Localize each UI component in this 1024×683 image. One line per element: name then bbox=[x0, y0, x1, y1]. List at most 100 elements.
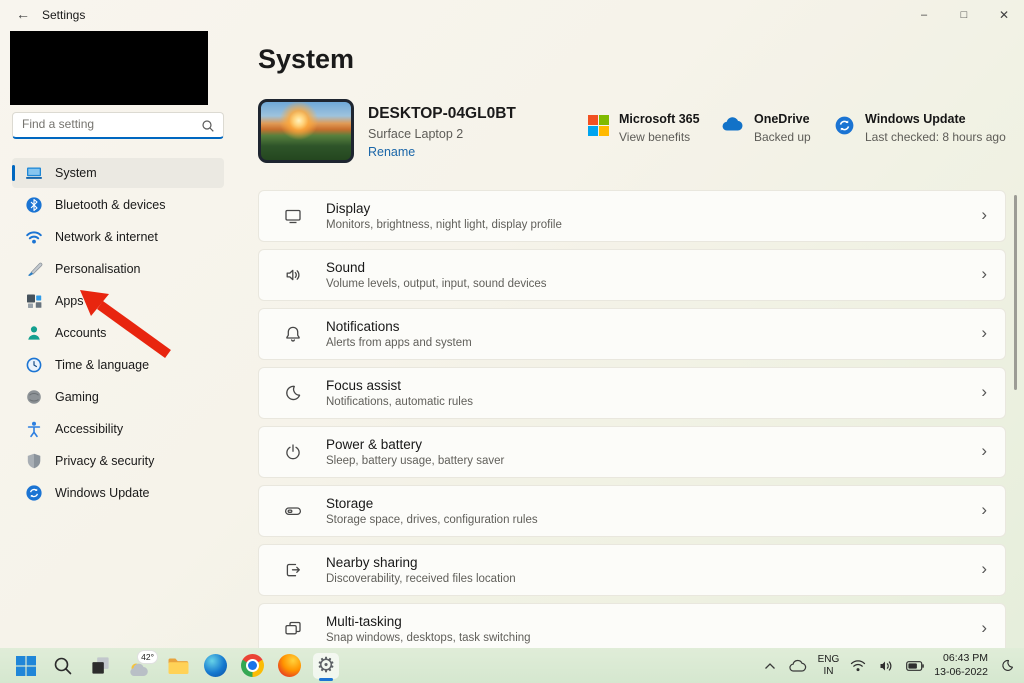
settings-row-power-battery[interactable]: Power & battery Sleep, battery usage, bat… bbox=[258, 426, 1006, 478]
status-card-title: Microsoft 365 bbox=[619, 112, 700, 126]
chevron-right-icon: › bbox=[981, 323, 987, 343]
back-button[interactable]: ← bbox=[16, 6, 30, 22]
sidebar-item-system[interactable]: System bbox=[12, 158, 224, 188]
notifications-icon bbox=[283, 324, 303, 344]
chevron-right-icon: › bbox=[981, 441, 987, 461]
tray-chevron-up-icon[interactable] bbox=[762, 653, 778, 679]
sidebar-item-network-internet[interactable]: Network & internet bbox=[12, 222, 224, 252]
window-controls: – □ ✕ bbox=[904, 0, 1024, 30]
sidebar-item-windows-update[interactable]: Windows Update bbox=[12, 478, 224, 508]
status-card-title: Windows Update bbox=[865, 112, 1006, 126]
row-title: Storage bbox=[326, 496, 538, 511]
sidebar-item-personalisation[interactable]: Personalisation bbox=[12, 254, 224, 284]
status-card-onedrive: OneDrive Backed up bbox=[720, 112, 811, 144]
clock-date: 13-06-2022 bbox=[934, 666, 988, 680]
edge-browser-icon[interactable] bbox=[202, 653, 228, 679]
settings-row-storage[interactable]: Storage Storage space, drives, configurat… bbox=[258, 485, 1006, 537]
sidebar-item-label: Privacy & security bbox=[55, 454, 154, 468]
close-button[interactable]: ✕ bbox=[984, 0, 1024, 30]
multi-tasking-icon bbox=[283, 619, 303, 639]
onedrive-icon bbox=[720, 115, 744, 144]
row-subtitle: Notifications, automatic rules bbox=[326, 396, 473, 408]
storage-icon bbox=[283, 501, 303, 521]
settings-row-display[interactable]: DisplayMonitors, brightness, night light… bbox=[258, 190, 1006, 242]
firefox-browser-icon[interactable] bbox=[276, 653, 302, 679]
settings-row-focus-assist[interactable]: Focus assistNotifications, automatic rul… bbox=[258, 367, 1006, 419]
bluetooth-icon bbox=[25, 196, 43, 214]
gaming-icon bbox=[25, 388, 43, 406]
file-explorer-icon[interactable] bbox=[165, 653, 191, 679]
redacted-account-area bbox=[10, 31, 208, 105]
sidebar-item-bluetooth-devices[interactable]: Bluetooth & devices bbox=[12, 190, 224, 220]
settings-row-sound[interactable]: Sound Volume levels, output, input, sound… bbox=[258, 249, 1006, 301]
sidebar-item-label: Network & internet bbox=[55, 230, 158, 244]
sidebar-item-apps[interactable]: Apps bbox=[12, 286, 224, 316]
battery-tray-icon[interactable] bbox=[904, 653, 925, 679]
minimize-button[interactable]: – bbox=[904, 0, 944, 30]
weather-temp: 42° bbox=[137, 650, 158, 664]
taskbar-search-icon[interactable] bbox=[50, 653, 76, 679]
sidebar-item-label: Gaming bbox=[55, 390, 99, 404]
sidebar-item-label: Personalisation bbox=[55, 262, 140, 276]
sound-icon bbox=[283, 265, 303, 285]
search-input[interactable] bbox=[22, 113, 200, 135]
device-model: Surface Laptop 2 bbox=[368, 127, 463, 141]
chevron-right-icon: › bbox=[981, 500, 987, 520]
privacy-icon bbox=[25, 452, 43, 470]
chrome-browser-icon[interactable] bbox=[239, 653, 265, 679]
sidebar-item-label: System bbox=[55, 166, 97, 180]
row-subtitle: Storage space, drives, configuration rul… bbox=[326, 514, 538, 526]
task-view-icon[interactable] bbox=[87, 653, 113, 679]
chevron-right-icon: › bbox=[981, 382, 987, 402]
microsoft-logo bbox=[588, 115, 609, 144]
sidebar-item-gaming[interactable]: Gaming bbox=[12, 382, 224, 412]
view-benefits-link[interactable]: View benefits bbox=[619, 130, 700, 144]
onedrive-tray-icon[interactable] bbox=[787, 653, 809, 679]
maximize-button[interactable]: □ bbox=[944, 0, 984, 30]
settings-row-notifications[interactable]: NotificationsAlerts from apps and system… bbox=[258, 308, 1006, 360]
language-indicator[interactable]: ENG IN bbox=[818, 654, 840, 677]
personalisation-icon bbox=[25, 260, 43, 278]
windows-update-icon bbox=[834, 115, 855, 144]
row-subtitle: Sleep, battery usage, battery saver bbox=[326, 455, 504, 467]
weather-widget[interactable]: 42° bbox=[124, 652, 154, 680]
row-title: Sound bbox=[326, 260, 547, 275]
sidebar-item-label: Accounts bbox=[55, 326, 106, 340]
focus-assist-moon-icon[interactable] bbox=[997, 653, 1017, 679]
taskbar-apps: 42° ⚙ bbox=[13, 648, 339, 683]
search-icon bbox=[201, 119, 215, 138]
rename-link[interactable]: Rename bbox=[368, 145, 415, 159]
settings-row-nearby-sharing[interactable]: Nearby sharingDiscoverability, received … bbox=[258, 544, 1006, 596]
chevron-right-icon: › bbox=[981, 559, 987, 579]
row-subtitle: Alerts from apps and system bbox=[326, 337, 472, 349]
sidebar-item-accounts[interactable]: Accounts bbox=[12, 318, 224, 348]
row-subtitle: Volume levels, output, input, sound devi… bbox=[326, 278, 547, 290]
row-title: Display bbox=[326, 201, 562, 216]
language-line2: IN bbox=[818, 666, 840, 678]
scrollbar-thumb[interactable] bbox=[1014, 195, 1017, 390]
status-card-windows-update: Windows Update Last checked: 8 hours ago bbox=[834, 112, 1006, 144]
row-title: Power & battery bbox=[326, 437, 504, 452]
nearby-sharing-icon bbox=[283, 560, 303, 580]
page-title: System bbox=[258, 44, 354, 75]
row-title: Multi-tasking bbox=[326, 614, 531, 629]
accessibility-icon bbox=[25, 420, 43, 438]
settings-app-icon[interactable]: ⚙ bbox=[313, 653, 339, 679]
sidebar-item-label: Windows Update bbox=[55, 486, 150, 500]
sidebar-item-privacy-security[interactable]: Privacy & security bbox=[12, 446, 224, 476]
chevron-right-icon: › bbox=[981, 264, 987, 284]
accounts-icon bbox=[25, 324, 43, 342]
clock[interactable]: 06:43 PM 13-06-2022 bbox=[934, 652, 988, 679]
start-button[interactable] bbox=[13, 653, 39, 679]
apps-icon bbox=[25, 292, 43, 310]
chevron-right-icon: › bbox=[981, 205, 987, 225]
status-card-microsoft-365: Microsoft 365 View benefits bbox=[588, 112, 700, 144]
sidebar-item-time-language[interactable]: Time & language bbox=[12, 350, 224, 380]
language-line1: ENG bbox=[818, 654, 840, 666]
sidebar-item-accessibility[interactable]: Accessibility bbox=[12, 414, 224, 444]
wifi-tray-icon[interactable] bbox=[848, 653, 867, 679]
sidebar-item-label: Accessibility bbox=[55, 422, 123, 436]
system-tray: ENG IN 06:43 PM 13-06-2022 bbox=[762, 648, 1017, 683]
row-subtitle: Discoverability, received files location bbox=[326, 573, 516, 585]
volume-tray-icon[interactable] bbox=[876, 653, 895, 679]
